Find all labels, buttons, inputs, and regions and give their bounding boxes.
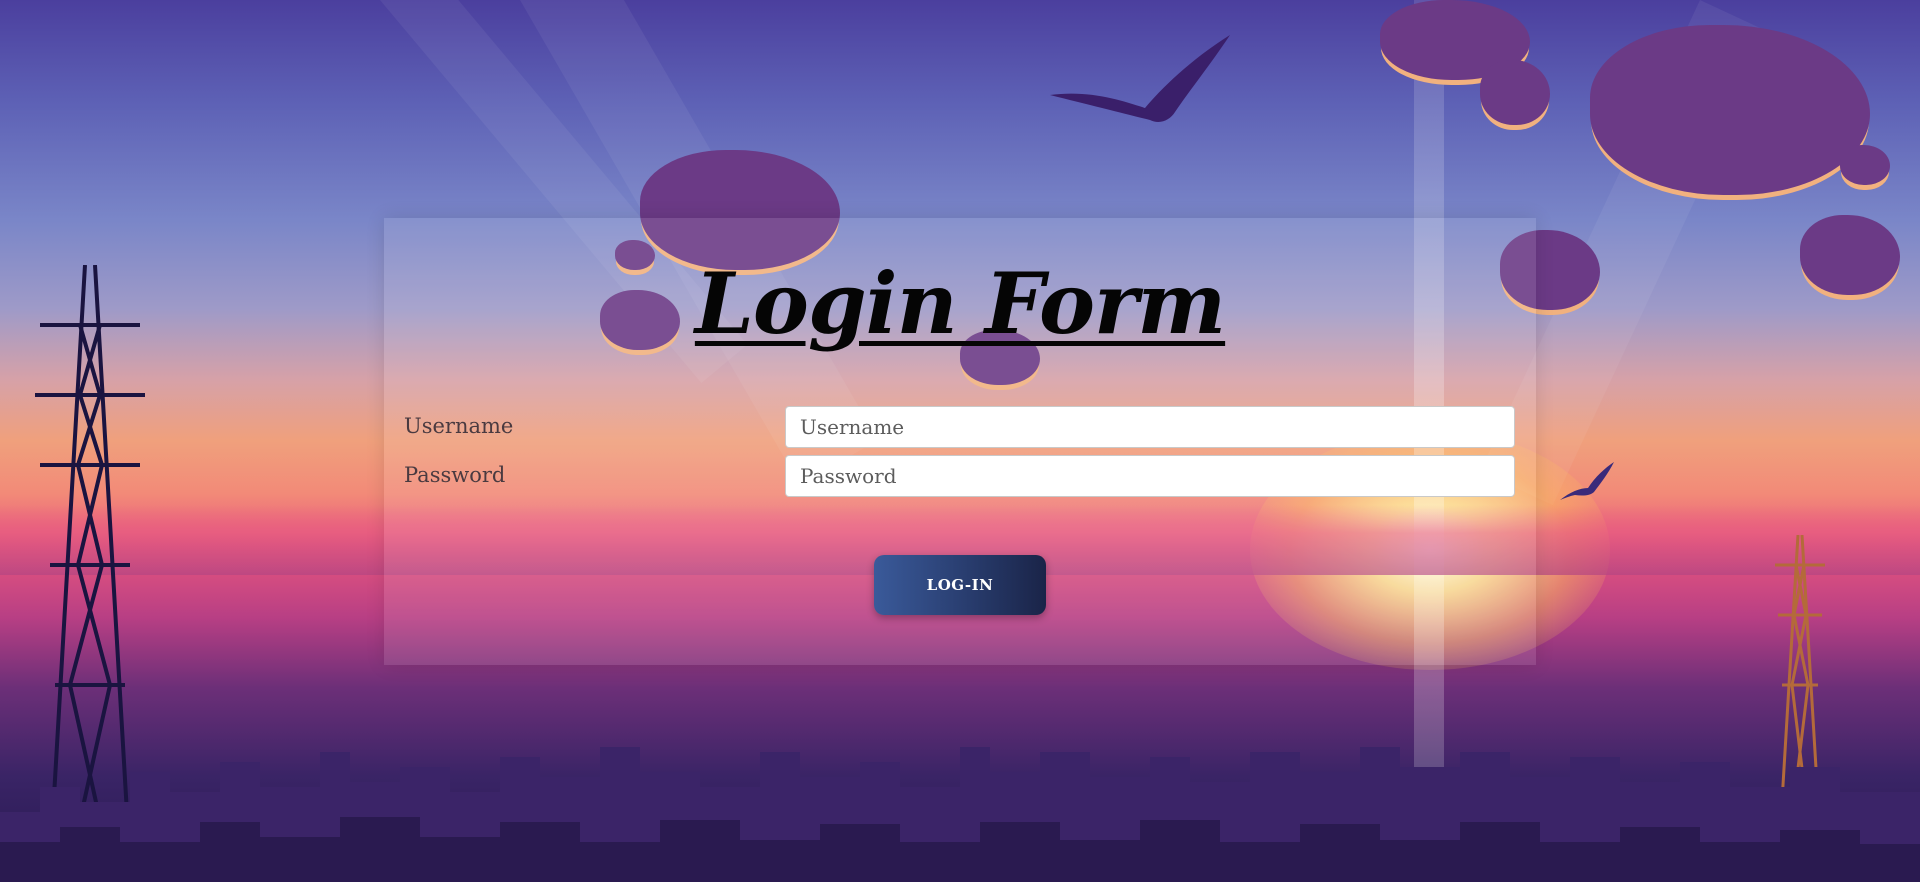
username-label: Username bbox=[404, 414, 514, 438]
username-row: Username bbox=[404, 406, 1516, 448]
password-label: Password bbox=[404, 463, 506, 487]
cloud bbox=[1480, 60, 1550, 125]
cloud bbox=[1590, 25, 1870, 195]
city-skyline bbox=[0, 747, 1920, 882]
login-panel: Login Form Username Password LOG-IN bbox=[384, 218, 1536, 665]
background-scene: Login Form Username Password LOG-IN bbox=[0, 0, 1920, 882]
page-title: Login Form bbox=[694, 254, 1226, 353]
bird-icon bbox=[1560, 462, 1614, 500]
bird-icon bbox=[1050, 35, 1230, 123]
password-row: Password bbox=[404, 455, 1516, 497]
cloud bbox=[1840, 145, 1890, 185]
cloud bbox=[1800, 215, 1900, 295]
login-button[interactable]: LOG-IN bbox=[874, 555, 1046, 615]
username-input[interactable] bbox=[785, 406, 1515, 448]
password-input[interactable] bbox=[785, 455, 1515, 497]
